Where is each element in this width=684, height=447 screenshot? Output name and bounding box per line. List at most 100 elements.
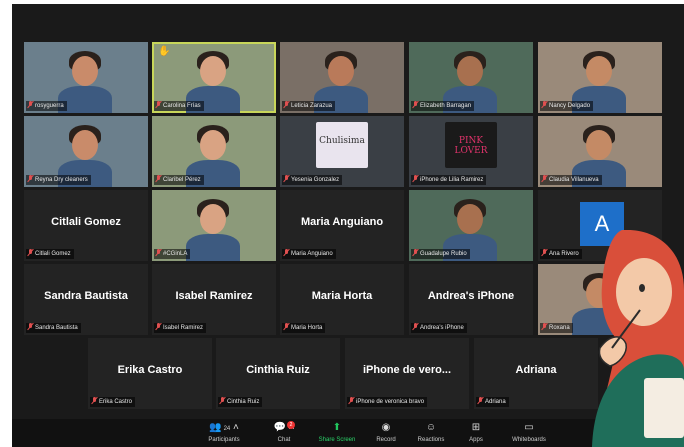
- participant-tile[interactable]: rosyguerra: [24, 42, 148, 113]
- participant-display-name: Maria Anguiano: [300, 216, 384, 228]
- whiteboards-label: Whiteboards: [512, 437, 546, 443]
- participant-tile[interactable]: Sandra Bautista Sandra Bautista: [24, 264, 148, 335]
- participant-tile[interactable]: Andrea's iPhone Andrea's iPhone: [409, 264, 533, 335]
- participant-display-name: Sandra Bautista: [44, 290, 128, 302]
- raised-hand-icon: ✋: [158, 46, 171, 57]
- presenter-eye: [639, 284, 645, 292]
- apps-label: Apps: [469, 437, 483, 443]
- muted-mic-icon: [284, 323, 289, 330]
- participant-video-face: [586, 56, 612, 86]
- participant-tile[interactable]: Guadalupe Rubio: [409, 190, 533, 261]
- participant-tile[interactable]: Maria Horta Maria Horta: [280, 264, 404, 335]
- record-label: Record: [376, 437, 396, 443]
- participant-name: rosyguerra: [35, 103, 64, 109]
- muted-mic-icon: [156, 323, 161, 330]
- participant-tile[interactable]: Isabel Ramirez Isabel Ramirez: [152, 264, 276, 335]
- participant-name-label: Cinthia Ruiz: [218, 397, 263, 407]
- muted-mic-icon: [156, 249, 161, 256]
- participant-tile[interactable]: Erika Castro Erika Castro: [88, 338, 212, 409]
- apps-button[interactable]: ⊞ Apps: [454, 421, 498, 443]
- reactions-button[interactable]: ☺ Reactions: [409, 421, 453, 443]
- participants-count: 24: [223, 426, 231, 432]
- muted-mic-icon: [413, 249, 418, 256]
- participant-name-label: Adriana: [476, 397, 509, 407]
- muted-mic-icon: [220, 397, 225, 404]
- record-icon: ◉: [381, 422, 391, 433]
- muted-mic-icon: [542, 175, 547, 182]
- participant-display-name: Erika Castro: [117, 364, 183, 376]
- participant-name-label: Guadalupe Rubio: [411, 249, 470, 259]
- muted-mic-icon: [156, 175, 161, 182]
- participant-video-face: [200, 56, 226, 86]
- participant-display-name: Andrea's iPhone: [427, 290, 515, 302]
- participant-name-label: Leticia Zarazua: [282, 101, 336, 111]
- participant-name: iPhone de Lilia Ramirez: [420, 177, 484, 183]
- participant-video-face: [457, 56, 483, 86]
- participant-display-name: Isabel Ramirez: [175, 290, 253, 302]
- participant-tile[interactable]: iPhone de vero... iPhone de veronica brav…: [345, 338, 469, 409]
- participant-name: Claribel Pérez: [163, 177, 201, 183]
- chat-badge: 2: [287, 421, 295, 429]
- share-screen-icon: ⬆: [332, 422, 342, 433]
- participant-name-label: Sandra Bautista: [26, 323, 81, 333]
- chat-button[interactable]: 2 💬 ˄ Chat: [262, 421, 306, 443]
- participant-video-face: [586, 130, 612, 160]
- participant-name-label: Claudia Villanueva: [540, 175, 602, 185]
- muted-mic-icon: [542, 323, 547, 330]
- share-screen-button[interactable]: ⬆ Share Screen: [315, 421, 359, 443]
- participant-tile[interactable]: ✋ Carolina Frías: [152, 42, 276, 113]
- participant-name-label: Isabel Ramirez: [154, 323, 207, 333]
- participant-display-name: Maria Horta: [311, 290, 373, 302]
- participant-name: Isabel Ramirez: [163, 325, 204, 331]
- participant-name-label: Maria Horta: [282, 323, 326, 333]
- participant-name: Ana Rivero: [549, 251, 579, 257]
- muted-mic-icon: [413, 323, 418, 330]
- participant-video-face: [328, 56, 354, 86]
- participant-name: Nancy Delgado: [549, 103, 591, 109]
- participant-name-label: Roxana: [540, 323, 573, 333]
- participant-tile[interactable]: Maria Anguiano Maria Anguiano: [280, 190, 404, 261]
- presenter-notebook: [644, 378, 684, 438]
- participant-display-name: Adriana: [515, 364, 557, 376]
- participant-tile[interactable]: Citlali Gomez Citlali Gomez: [24, 190, 148, 261]
- participant-name-label: #CGinLA: [154, 249, 191, 259]
- participant-tile[interactable]: Claudia Villanueva: [538, 116, 662, 187]
- participant-name: Cinthia Ruiz: [227, 399, 260, 405]
- participant-tile[interactable]: Adriana Adriana: [474, 338, 598, 409]
- participant-tile[interactable]: Cinthia Ruiz Cinthia Ruiz: [216, 338, 340, 409]
- participant-video-body: [186, 234, 240, 261]
- participant-name-label: Citlali Gomez: [26, 249, 74, 259]
- cartoon-presenter-sticker: [592, 230, 684, 447]
- muted-mic-icon: [92, 397, 97, 404]
- participant-video-face: [457, 204, 483, 234]
- participant-name: Claudia Villanueva: [549, 177, 599, 183]
- participant-name: Maria Horta: [291, 325, 323, 331]
- participant-tile[interactable]: #CGinLA: [152, 190, 276, 261]
- participant-name-label: iPhone de veronica bravo: [347, 397, 428, 407]
- muted-mic-icon: [284, 101, 289, 108]
- whiteboards-button[interactable]: ▭ Whiteboards: [504, 421, 554, 443]
- muted-mic-icon: [28, 101, 33, 108]
- chat-icon: 💬 ˄: [273, 422, 295, 433]
- participant-tile[interactable]: Claribel Pérez: [152, 116, 276, 187]
- participant-tile[interactable]: Chulisima Yesenia Gonzalez: [280, 116, 404, 187]
- participant-display-name: Cinthia Ruiz: [246, 364, 310, 376]
- participants-button[interactable]: 👥 24 ˄ Participants: [202, 421, 246, 443]
- record-button[interactable]: ◉ Record: [364, 421, 408, 443]
- reactions-label: Reactions: [417, 437, 445, 443]
- participant-name: Maria Anguiano: [291, 251, 333, 257]
- participant-video-face: [200, 130, 226, 160]
- chat-label: Chat: [277, 437, 291, 443]
- participant-tile[interactable]: PINK LOVER iPhone de Lilia Ramirez: [409, 116, 533, 187]
- participant-name-label: Maria Anguiano: [282, 249, 336, 259]
- muted-mic-icon: [284, 175, 289, 182]
- participant-tile[interactable]: Nancy Delgado: [538, 42, 662, 113]
- participant-name-label: Claribel Pérez: [154, 175, 204, 185]
- participant-tile[interactable]: Elizabeth Barragan: [409, 42, 533, 113]
- participant-tile[interactable]: Leticia Zarazua: [280, 42, 404, 113]
- participant-name: Carolina Frías: [163, 103, 201, 109]
- participant-name: Andrea's iPhone: [420, 325, 464, 331]
- participant-name-label: Nancy Delgado: [540, 101, 594, 111]
- participant-tile[interactable]: Reyna Dry cleaners: [24, 116, 148, 187]
- muted-mic-icon: [28, 175, 33, 182]
